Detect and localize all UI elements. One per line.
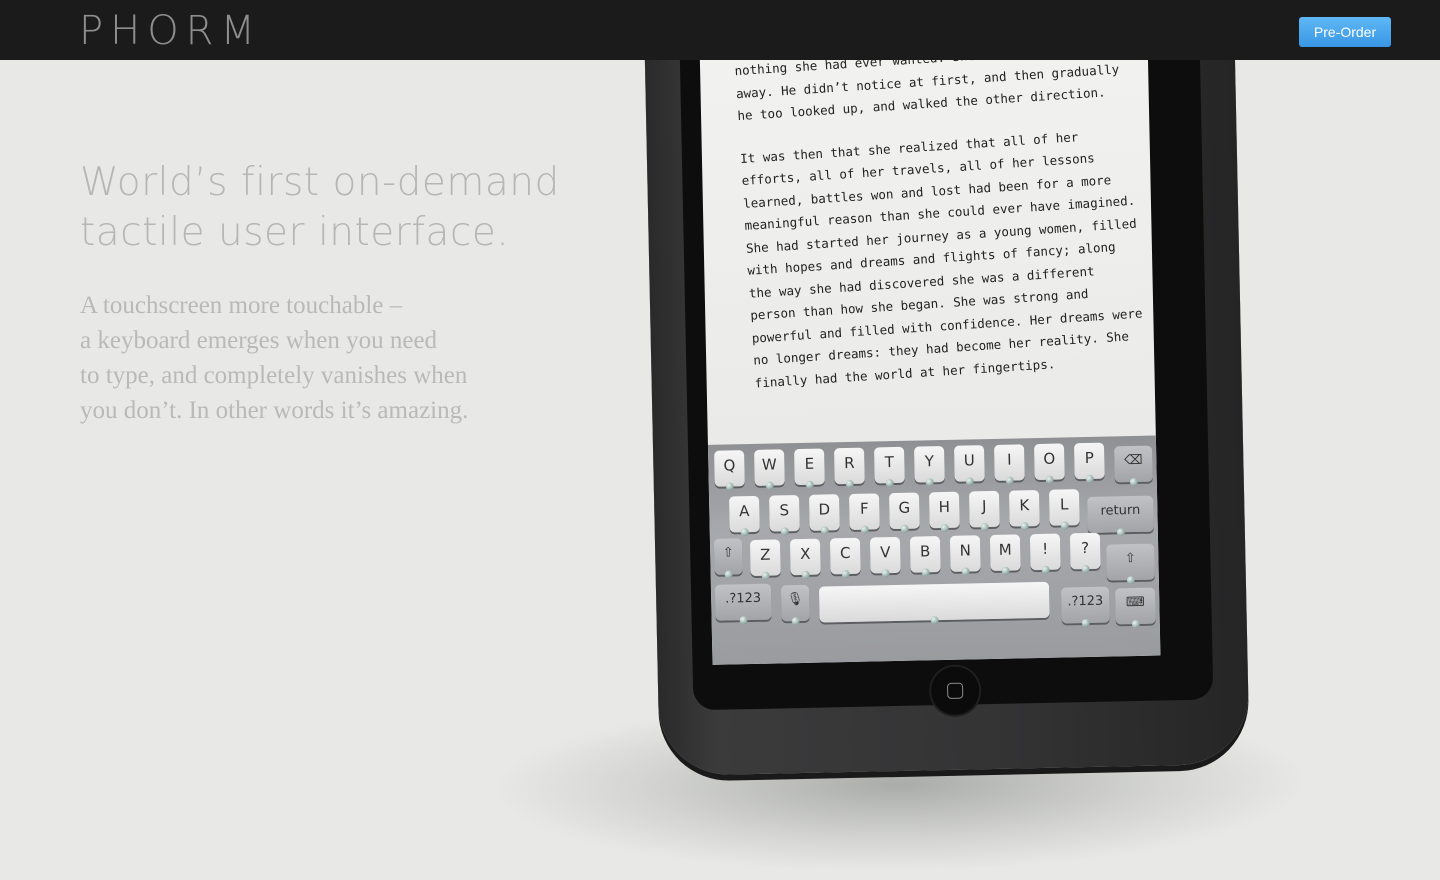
key-t: T <box>874 446 905 488</box>
key-i: I <box>994 444 1025 485</box>
key-a: A <box>729 495 760 537</box>
key-d: D <box>809 494 840 535</box>
description-line: a keyboard emerges when you need <box>80 327 438 354</box>
delete-key: ⌫ <box>1114 445 1153 487</box>
tactile-keyboard: Q W E R T Y U I O P ⌫ A S D F G H J K Lreturn ⇧ Z X C V B N M!? ⇧ .?1… <box>707 435 1161 665</box>
key-question: ? <box>1069 532 1101 574</box>
key-x: X <box>789 538 821 579</box>
tablet-illustration: nothing she had ever wanted. She away. H… <box>600 0 1280 790</box>
tablet-bezel: nothing she had ever wanted. She away. H… <box>677 0 1214 718</box>
phorm-logo[interactable]: PHORM <box>79 9 262 53</box>
key-exclamation: ! <box>1029 533 1061 574</box>
key-e: E <box>794 448 825 489</box>
shift-key-right: ⇧ <box>1106 543 1155 585</box>
story-text: nothing she had ever wanted. She away. H… <box>734 36 1143 415</box>
key-h: H <box>928 491 960 533</box>
pre-order-button[interactable]: Pre-Order <box>1299 17 1391 47</box>
headline-line-2: tactile user interface. <box>80 210 510 255</box>
key-g: G <box>888 492 920 533</box>
key-b: B <box>909 536 941 577</box>
key-n: N <box>949 535 981 576</box>
key-z: Z <box>749 539 781 580</box>
key-w: W <box>754 449 785 490</box>
description-line: to type, and completely vanishes when <box>80 362 468 389</box>
top-navigation-bar: PHORM Pre-Order <box>0 0 1440 60</box>
shift-key-left: ⇧ <box>713 538 743 579</box>
key-p: P <box>1073 442 1105 484</box>
hero-headline: World’s first on-demand tactile user int… <box>80 158 600 258</box>
microphone-key: 🎙 <box>780 584 810 626</box>
key-v: V <box>869 536 901 578</box>
key-r: R <box>834 447 865 489</box>
key-q: Q <box>714 450 745 491</box>
headline-line-1: World’s first on-demand <box>80 160 560 205</box>
key-y: Y <box>914 445 945 487</box>
numbers-key-right: .?123 <box>1061 586 1110 628</box>
key-o: O <box>1033 443 1065 484</box>
hero-description: A touchscreen more touchable – a keyboar… <box>80 288 540 428</box>
key-f: F <box>849 493 880 534</box>
home-button <box>928 664 982 718</box>
key-s: S <box>769 495 800 536</box>
key-u: U <box>954 445 985 486</box>
key-c: C <box>829 537 861 579</box>
return-key: return <box>1087 495 1154 537</box>
description-line: you don’t. In other words it’s amazing. <box>80 397 469 424</box>
key-j: J <box>968 490 1000 532</box>
tablet-body: nothing she had ever wanted. She away. H… <box>642 0 1250 776</box>
story-paragraph: It was then that she realized that all o… <box>740 123 1143 395</box>
space-bar <box>818 581 1050 625</box>
key-k: K <box>1008 489 1040 531</box>
numbers-key-left: .?123 <box>714 583 772 625</box>
description-line: A touchscreen more touchable – <box>80 292 403 319</box>
tablet-screen: nothing she had ever wanted. She away. H… <box>697 0 1161 665</box>
key-m: M <box>989 534 1021 575</box>
hide-keyboard-key: ⌨ <box>1115 587 1156 629</box>
key-l: L <box>1048 489 1080 530</box>
